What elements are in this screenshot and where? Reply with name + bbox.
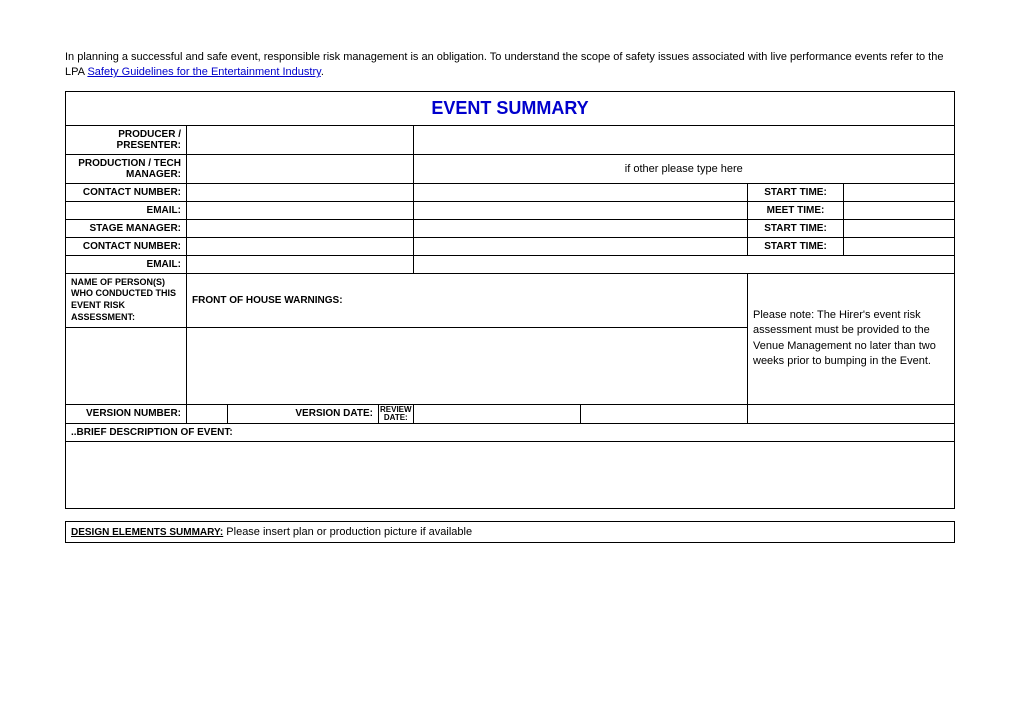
blank-cell[interactable] (580, 404, 747, 423)
hirer-note: Please note: The Hirer's event risk asse… (748, 273, 955, 404)
email-input-2[interactable] (187, 255, 414, 273)
producer-input[interactable] (187, 125, 414, 154)
production-tech-label: PRODUCTION / TECH MANAGER: (66, 154, 187, 183)
blank-cell[interactable] (413, 255, 954, 273)
start-time-label-2: START TIME: (748, 219, 844, 237)
start-time-input-3[interactable] (844, 237, 955, 255)
event-summary-table: EVENT SUMMARY PRODUCER / PRESENTER: PROD… (65, 91, 955, 509)
production-tech-input[interactable] (187, 154, 414, 183)
blank-cell[interactable] (413, 201, 747, 219)
design-elements-label: DESIGN ELEMENTS SUMMARY: (71, 527, 223, 538)
stage-manager-input[interactable] (187, 219, 414, 237)
brief-desc-input[interactable] (66, 441, 955, 508)
meet-time-input[interactable] (844, 201, 955, 219)
start-time-input-1[interactable] (844, 183, 955, 201)
blank-cell[interactable] (413, 237, 747, 255)
contact-number-input[interactable] (187, 183, 414, 201)
contact-number-label: CONTACT NUMBER: (66, 183, 187, 201)
meet-time-label: MEET TIME: (748, 201, 844, 219)
blank-cell[interactable] (413, 183, 747, 201)
start-time-label-3: START TIME: (748, 237, 844, 255)
other-placeholder[interactable]: if other please type here (413, 154, 954, 183)
brief-desc-label: ..BRIEF DESCRIPTION OF EVENT: (66, 423, 955, 441)
version-number-input[interactable] (187, 404, 228, 423)
review-date-label: REVIEW DATE: (379, 404, 414, 423)
email-label-1: EMAIL: (66, 201, 187, 219)
blank-cell[interactable] (413, 219, 747, 237)
email-label-2: EMAIL: (66, 255, 187, 273)
design-elements-row: DESIGN ELEMENTS SUMMARY: Please insert p… (66, 521, 955, 542)
contact-number-input-2[interactable] (187, 237, 414, 255)
version-number-label: VERSION NUMBER: (66, 404, 187, 423)
intro-text: In planning a successful and safe event,… (65, 50, 955, 81)
version-date-label: VERSION DATE: (228, 404, 379, 423)
producer-label: PRODUCER / PRESENTER: (66, 125, 187, 154)
design-elements-table: DESIGN ELEMENTS SUMMARY: Please insert p… (65, 521, 955, 543)
name-persons-label: NAME OF PERSON(S) WHO CONDUCTED THIS EVE… (66, 273, 187, 327)
review-date-input[interactable] (413, 404, 580, 423)
blank-cell[interactable] (748, 404, 955, 423)
producer-input-2[interactable] (413, 125, 954, 154)
page-title: EVENT SUMMARY (66, 91, 955, 125)
contact-number-label-2: CONTACT NUMBER: (66, 237, 187, 255)
start-time-input-2[interactable] (844, 219, 955, 237)
foh-warnings-label: FRONT OF HOUSE WARNINGS: (187, 273, 748, 327)
foh-warnings-input[interactable] (187, 327, 748, 404)
guidelines-link[interactable]: Safety Guidelines for the Entertainment … (87, 66, 320, 78)
design-elements-text: Please insert plan or production picture… (223, 526, 472, 538)
stage-manager-label: STAGE MANAGER: (66, 219, 187, 237)
name-persons-input[interactable] (66, 327, 187, 404)
start-time-label-1: START TIME: (748, 183, 844, 201)
email-input-1[interactable] (187, 201, 414, 219)
